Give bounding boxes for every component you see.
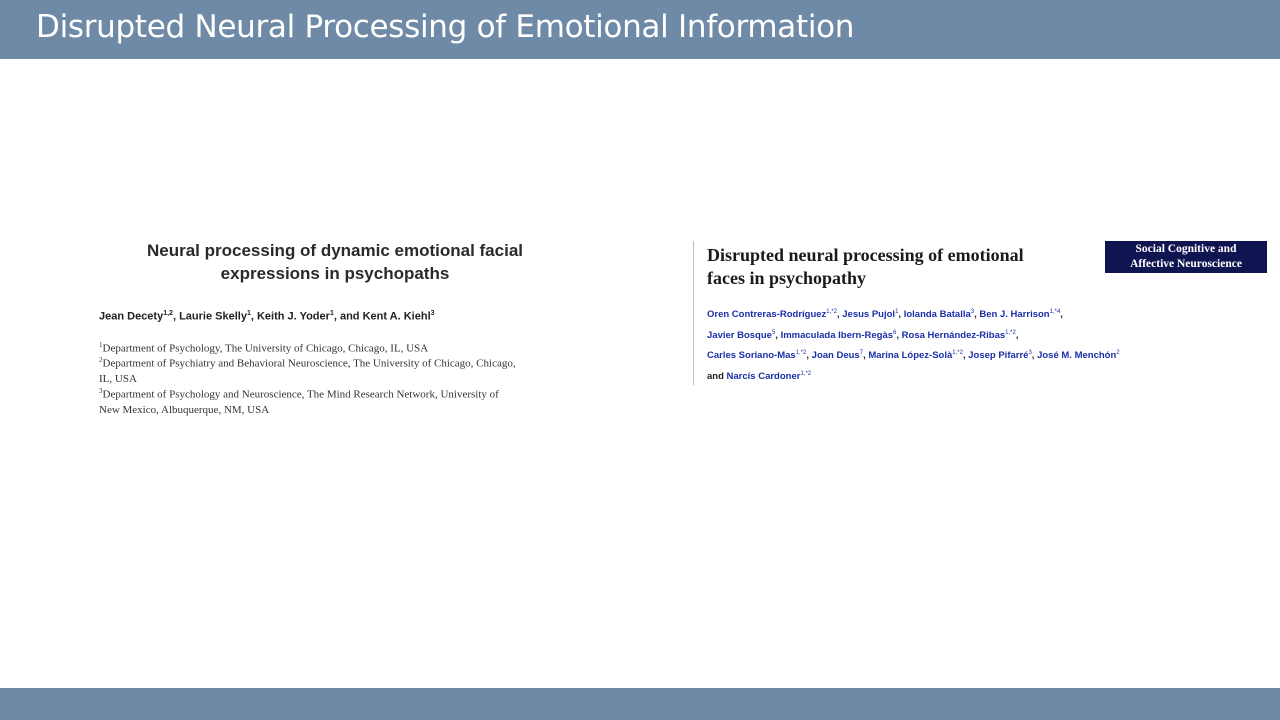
affiliation-text: Department of Psychology and Neuroscienc… bbox=[102, 388, 499, 401]
author-line: Carles Soriano-Mas1,*2, Joan Deus7, Mari… bbox=[707, 350, 1120, 361]
author-name: Laurie Skelly bbox=[179, 310, 247, 323]
author-name: Oren Contreras-Rodríguez bbox=[707, 309, 827, 321]
author-name: Ben J. Harrison bbox=[979, 309, 1050, 321]
author-name: José M. Menchón bbox=[1037, 350, 1117, 362]
left-paper-title: Neural processing of dynamic emotional f… bbox=[147, 241, 523, 283]
affiliation-text: New Mexico, Albuquerque, NM, USA bbox=[99, 404, 270, 417]
author-name: Jean Decety bbox=[99, 310, 164, 323]
left-paper-header: Neural processing of dynamic emotional f… bbox=[0, 0, 640, 720]
divider-line bbox=[693, 241, 694, 385]
author-conjunction: and bbox=[707, 371, 727, 383]
left-paper-authors: Jean Decety1,2, Laurie Skelly1, Keith J.… bbox=[99, 310, 435, 323]
author-name: Carles Soriano-Mas bbox=[707, 350, 796, 362]
author-affiliation-mark: 1,2 bbox=[163, 310, 173, 317]
author-name: Immaculada Ibern-Regàs bbox=[780, 330, 894, 342]
author-separator: , bbox=[1060, 309, 1063, 321]
author-affiliation-mark: 1,*4 bbox=[1049, 309, 1061, 315]
author-line: Javier Bosque5, Immaculada Ibern-Regàs6,… bbox=[707, 330, 1018, 341]
footer-bar bbox=[0, 688, 1280, 720]
affiliation-text: Department of Psychiatry and Behavioral … bbox=[102, 357, 516, 370]
right-paper-title: Disrupted neural processing of emotional… bbox=[707, 245, 1024, 288]
author-name: Joan Deus bbox=[811, 350, 860, 362]
author-name: Narcís Cardoner bbox=[726, 371, 801, 383]
author-affiliation-mark: 1,*2 bbox=[826, 309, 837, 315]
author-affiliation-mark: 1,*2 bbox=[800, 371, 812, 377]
author-name: Iolanda Batalla bbox=[903, 309, 971, 321]
author-affiliation-mark: 1,*2 bbox=[795, 350, 807, 356]
author-name: Keith J. Yoder bbox=[256, 310, 330, 323]
author-line: Oren Contreras-Rodríguez1,*2, Jesus Pujo… bbox=[707, 309, 1063, 320]
author-affiliation-mark: 1,*2 bbox=[1005, 330, 1016, 336]
author-line: and Narcís Cardoner1,*2 bbox=[707, 371, 811, 382]
author-name: Josep Pifarré bbox=[968, 350, 1029, 362]
author-name: Marina López-Solà bbox=[868, 350, 953, 362]
author-affiliation-mark: 2 bbox=[1116, 350, 1120, 356]
author-name: Kent A. Kiehl bbox=[362, 310, 431, 323]
author-name: Rosa Hernández-Ribas bbox=[901, 330, 1006, 342]
affiliation: 2Department of Psychiatry and Behavioral… bbox=[99, 353, 559, 388]
author-separator: , bbox=[1015, 330, 1019, 342]
author-affiliation-mark: 3 bbox=[430, 310, 435, 317]
affiliation: 3Department of Psychology and Neuroscien… bbox=[99, 384, 559, 419]
journal-badge: Social Cognitive and Affective Neuroscie… bbox=[1105, 241, 1267, 273]
author-name: Javier Bosque bbox=[707, 330, 772, 342]
author-name: Jesus Pujol bbox=[842, 309, 896, 321]
author-separator: , and bbox=[333, 310, 363, 323]
author-affiliation-mark: 1,*2 bbox=[952, 350, 963, 356]
